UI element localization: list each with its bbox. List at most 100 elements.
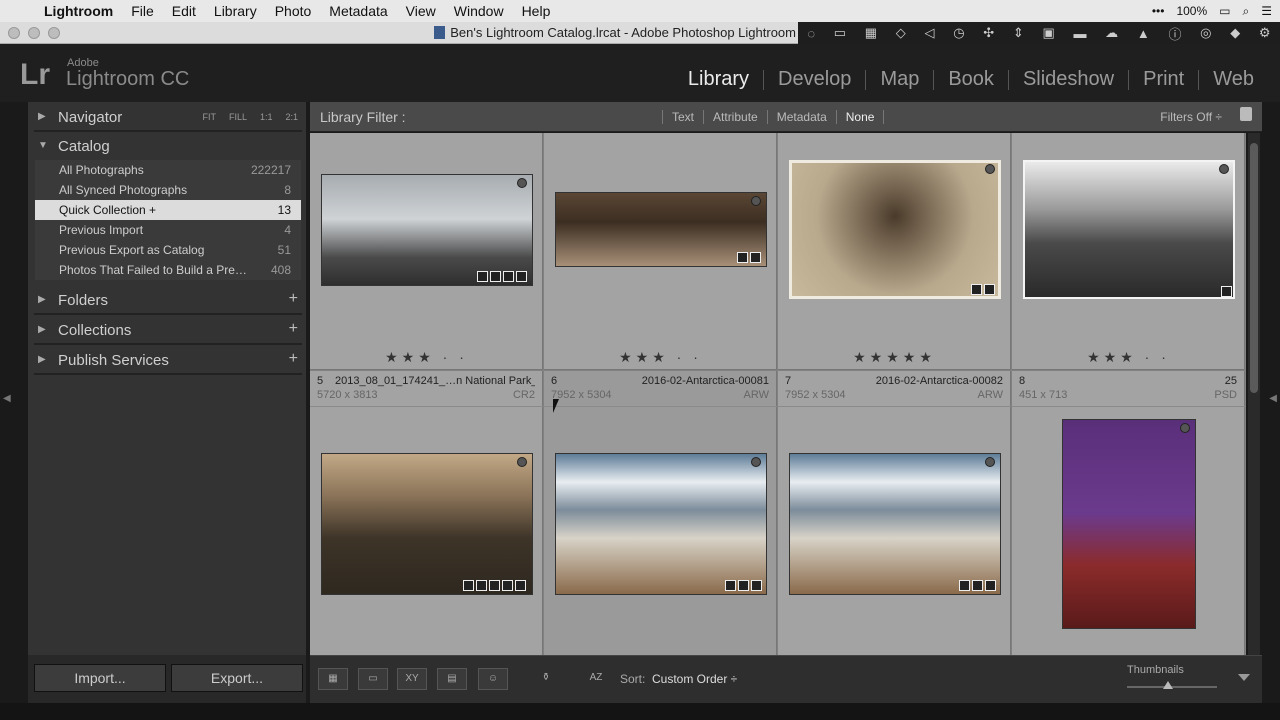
tray-icon[interactable]: ☁	[1105, 25, 1118, 41]
scrollbar-thumb[interactable]	[1250, 143, 1258, 393]
star-rating[interactable]: ★★★ · ·	[310, 349, 543, 366]
menu-help[interactable]: Help	[513, 3, 560, 19]
catalog-item[interactable]: All Synced Photographs 8	[35, 180, 301, 200]
menu-window[interactable]: Window	[445, 3, 513, 19]
grid-cell[interactable]: 7 2016-02-Antarctica-00082 7952 x 5304 A…	[778, 371, 1011, 655]
menu-metadata[interactable]: Metadata	[320, 3, 396, 19]
battery-icon[interactable]: ▭	[1219, 4, 1230, 18]
quick-collection-marker-icon[interactable]	[1219, 164, 1229, 174]
module-map[interactable]: Map	[866, 68, 933, 91]
filter-tab-attribute[interactable]: Attribute	[703, 110, 767, 124]
tray-icon[interactable]: ▦	[865, 25, 877, 41]
tray-icon[interactable]: ⓘ	[1168, 24, 1181, 43]
catalog-item-selected[interactable]: Quick Collection + 13	[35, 200, 301, 220]
quick-collection-marker-icon[interactable]	[1180, 423, 1190, 433]
module-book[interactable]: Book	[934, 68, 1008, 91]
toolbar-content-menu-icon[interactable]	[1238, 674, 1250, 681]
time-machine-icon[interactable]: ◷	[953, 25, 964, 41]
grid-cell[interactable]: 5 2013_08_01_174241_…n National Park_000…	[310, 371, 543, 655]
tray-icon[interactable]: ▣	[1042, 25, 1054, 41]
tray-icon[interactable]: ◌	[807, 26, 815, 41]
menu-photo[interactable]: Photo	[266, 3, 321, 19]
grid-cell[interactable]: ★★★★★	[778, 133, 1011, 370]
filter-tab-text[interactable]: Text	[662, 110, 703, 124]
module-slideshow[interactable]: Slideshow	[1009, 68, 1128, 91]
star-rating[interactable]: ★★★★★	[778, 349, 1011, 366]
catalog-item[interactable]: Previous Import 4	[35, 220, 301, 240]
close-button[interactable]	[8, 27, 20, 39]
quick-collection-marker-icon[interactable]	[751, 196, 761, 206]
grid-cell[interactable]: 8 25 451 x 713 PSD	[1012, 371, 1245, 655]
grid-scrollbar[interactable]	[1248, 133, 1260, 655]
module-web[interactable]: Web	[1199, 68, 1268, 91]
more-icon[interactable]: •••	[1152, 4, 1165, 18]
left-panel-toggle-icon[interactable]: ◀	[3, 393, 11, 404]
quick-collection-marker-icon[interactable]	[985, 164, 995, 174]
app-menu-lightroom[interactable]: Lightroom	[40, 3, 122, 19]
folders-header[interactable]: ▶ Folders +	[34, 287, 302, 315]
people-view-icon[interactable]: ☺	[478, 668, 508, 690]
zoom-fit[interactable]: FIT	[202, 112, 216, 122]
list-icon[interactable]: ☰	[1261, 4, 1272, 18]
add-collection-icon[interactable]: +	[289, 320, 298, 338]
grid-cell[interactable]: 6 2016-02-Antarctica-00081 7952 x 5304 A…	[544, 371, 777, 655]
photo-thumbnail[interactable]	[321, 174, 533, 286]
filter-presets-dropdown[interactable]: Filters Off ÷	[1160, 110, 1222, 124]
creative-cloud-icon[interactable]: ◎	[1200, 25, 1211, 41]
right-panel-toggle-icon[interactable]: ◀	[1269, 393, 1277, 404]
quick-collection-marker-icon[interactable]	[985, 457, 995, 467]
dropbox-icon[interactable]: ◆	[1230, 25, 1240, 41]
menu-edit[interactable]: Edit	[163, 3, 205, 19]
export-button[interactable]: Export...	[171, 664, 303, 692]
sort-direction-icon[interactable]: AZ	[580, 668, 612, 690]
add-publish-service-icon[interactable]: +	[289, 350, 298, 368]
photo-thumbnail[interactable]	[1023, 160, 1235, 299]
zoom-fill[interactable]: FILL	[229, 112, 247, 122]
grid-view-icon[interactable]: ▦	[318, 668, 348, 690]
tray-icon[interactable]: ▬	[1073, 26, 1086, 41]
zoom-2-1[interactable]: 2:1	[285, 112, 298, 122]
zoom-1-1[interactable]: 1:1	[260, 112, 273, 122]
module-library[interactable]: Library	[674, 68, 763, 91]
star-rating[interactable]: ★★★ · ·	[544, 349, 777, 366]
star-rating[interactable]: ★★★ · ·	[1012, 349, 1245, 366]
zoom-button[interactable]	[48, 27, 60, 39]
menu-file[interactable]: File	[122, 3, 163, 19]
quick-collection-marker-icon[interactable]	[751, 457, 761, 467]
grid-cell[interactable]: ★★★ · ·	[310, 133, 543, 370]
quick-collection-marker-icon[interactable]	[517, 178, 527, 188]
photo-thumbnail[interactable]	[321, 453, 533, 595]
lock-icon[interactable]	[1240, 107, 1252, 121]
photo-thumbnail[interactable]	[789, 453, 1001, 595]
search-icon[interactable]: ⌕	[1243, 4, 1250, 19]
tray-icon[interactable]: ⇕	[1013, 25, 1024, 41]
menu-library[interactable]: Library	[205, 3, 266, 19]
survey-view-icon[interactable]: ▤	[437, 668, 467, 690]
filter-tab-none[interactable]: None	[835, 110, 885, 124]
module-print[interactable]: Print	[1129, 68, 1198, 91]
grid-cell[interactable]: ★★★ · ·	[544, 133, 777, 370]
module-develop[interactable]: Develop	[764, 68, 865, 91]
volume-icon[interactable]: ◁	[924, 25, 934, 41]
add-folder-icon[interactable]: +	[289, 290, 298, 308]
navigator-header[interactable]: ▶ Navigator FIT FILL 1:1 2:1	[34, 104, 302, 132]
wifi-icon[interactable]: ◇	[896, 25, 906, 41]
photo-thumbnail[interactable]	[555, 453, 767, 595]
loupe-view-icon[interactable]: ▭	[358, 668, 388, 690]
filter-tab-metadata[interactable]: Metadata	[766, 110, 836, 124]
compare-view-icon[interactable]: XY	[397, 668, 427, 690]
catalog-item[interactable]: Photos That Failed to Build a Pre… 408	[35, 260, 301, 280]
menu-view[interactable]: View	[397, 3, 445, 19]
tray-icon[interactable]: ▲	[1137, 26, 1150, 41]
tray-icon[interactable]: ✣	[983, 25, 994, 41]
photo-thumbnail[interactable]	[1062, 419, 1196, 629]
import-button[interactable]: Import...	[34, 664, 166, 692]
quick-collection-marker-icon[interactable]	[517, 457, 527, 467]
catalog-item[interactable]: Previous Export as Catalog 51	[35, 240, 301, 260]
thumbnail-size-slider-knob[interactable]	[1162, 681, 1173, 689]
sort-dropdown[interactable]: Custom Order ÷	[652, 672, 737, 686]
publish-services-header[interactable]: ▶ Publish Services +	[34, 347, 302, 375]
airplay-icon[interactable]: ▭	[834, 25, 846, 41]
grid-cell[interactable]: ★★★ · ·	[1012, 133, 1245, 370]
catalog-header[interactable]: ▼ Catalog	[34, 133, 302, 161]
